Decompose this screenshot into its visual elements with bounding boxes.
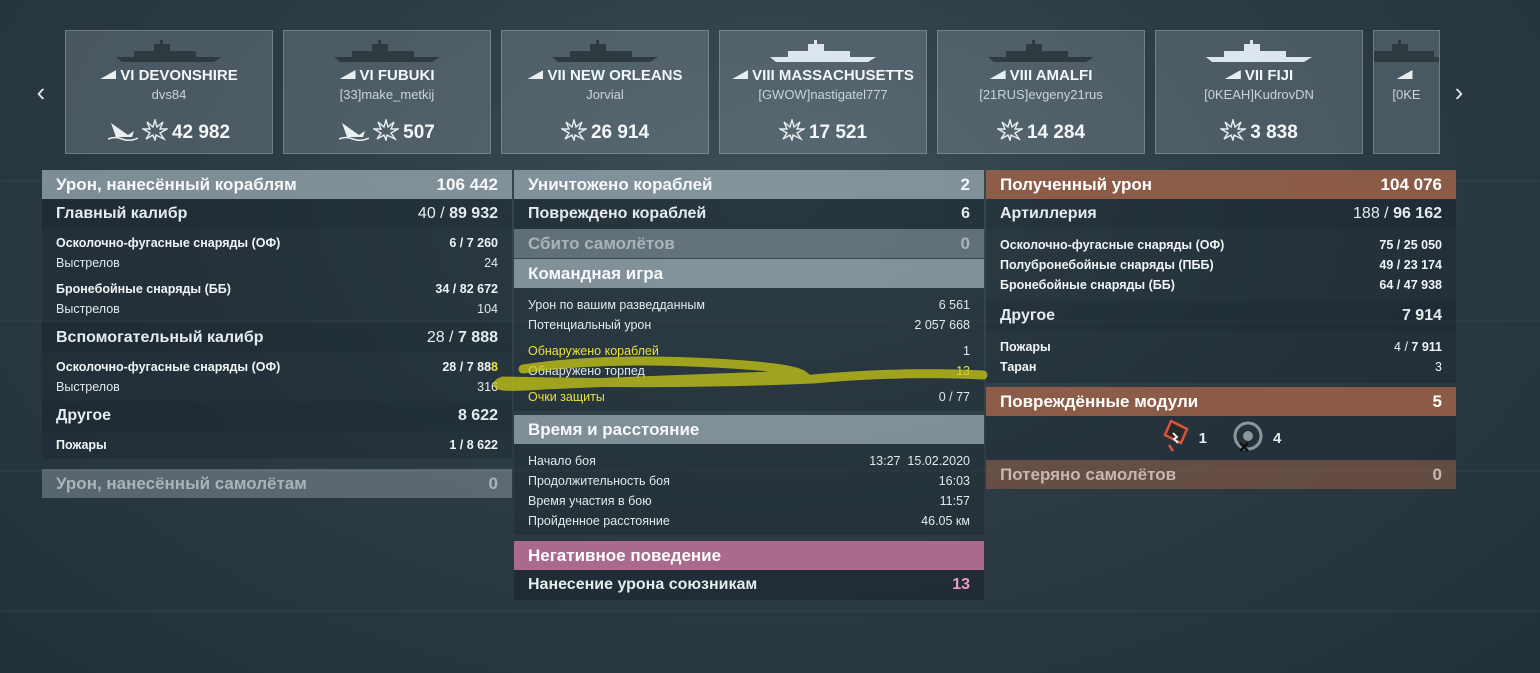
- dealt-damage-header: Урон, нанесённый кораблям 106 442: [42, 170, 512, 199]
- ship-card[interactable]: VII NEW ORLEANS Jorvial 26 914: [501, 30, 709, 154]
- ship-card[interactable]: VIII AMALFI [21RUS]evgeny21rus 14 284: [937, 30, 1145, 154]
- prev-arrow-icon[interactable]: ‹: [29, 78, 53, 106]
- sec-shots-row: Выстрелов 316: [56, 380, 498, 394]
- planes-lost-header: Потеряно самолётов 0: [986, 460, 1456, 489]
- fires-row: Пожары 1 / 8 622: [56, 438, 498, 452]
- recv-sap-row: Полубронебойные снаряды (ПББ) 49 / 23 174: [1000, 258, 1442, 272]
- time-distance-header: Время и расстояние: [514, 415, 984, 444]
- damage-value: 14 284: [1026, 122, 1086, 143]
- damage-value: 507: [403, 122, 435, 143]
- recv-he-row: Осколочно-фугасные снаряды (ОФ) 75 / 25 0…: [1000, 238, 1442, 252]
- ship-class-icon: [1224, 70, 1241, 79]
- damaged-row: Повреждено кораблей 6: [514, 199, 984, 229]
- team-stats-panel: Уничтожено кораблей 2 Повреждено кораблей…: [514, 170, 984, 600]
- damaged-modules-header: Повреждённые модули 5: [986, 387, 1456, 416]
- damage-burst-icon: [559, 117, 589, 143]
- spot-damage-row: Урон по вашим разведданным 6 561: [528, 298, 970, 312]
- player-name: [0KEAH]KudrovDN: [1204, 87, 1314, 102]
- participation-row: Время участия в бою 11:57: [528, 494, 970, 508]
- team-play-header: Командная игра: [514, 259, 984, 288]
- damage-burst-icon: [995, 117, 1025, 143]
- damage-value: 26 914: [590, 122, 650, 143]
- ship-silhouette-icon: [1374, 40, 1439, 62]
- ship-name: VI FUBUKI: [359, 67, 435, 84]
- plane-damage-header: Урон, нанесённый самолётам 0: [42, 469, 512, 498]
- ship-card[interactable]: VI FUBUKI [33]make_metkij 507: [283, 30, 491, 154]
- damage-value: 42 982: [171, 122, 231, 143]
- battle-start-row: Начало боя 13:27 15.02.2020: [528, 454, 970, 468]
- ship-card[interactable]: VII FIJI [0KEAH]KudrovDN 3 838: [1155, 30, 1363, 154]
- distance-row: Пройденное расстояние 46.05 км: [528, 514, 970, 528]
- he-shots-row: Выстрелов 24: [56, 256, 498, 270]
- ship-class-icon: [100, 70, 117, 79]
- player-name: [0KE: [1392, 87, 1421, 102]
- damage-burst-icon: [777, 117, 807, 143]
- team-damage-row: Нанесение урона союзникам 13: [514, 570, 984, 600]
- ship-card[interactable]: VIII MASSACHUSETTS [GWOW]nastigatel777 17 …: [719, 30, 927, 154]
- sunk-ship-icon: [107, 123, 139, 142]
- steering-module-icon: [1231, 419, 1265, 457]
- recv-ap-row: Бронебойные снаряды (ББ) 64 / 47 938: [1000, 278, 1442, 292]
- damage-value: 17 521: [808, 122, 868, 143]
- planes-shot-row: Сбито самолётов 0: [514, 229, 984, 258]
- player-name: [GWOW]nastigatel777: [758, 87, 888, 102]
- damage-burst-icon: [1218, 117, 1248, 143]
- received-damage-panel: Полученный урон 104 076 Артиллерия 188 / 9…: [986, 170, 1456, 489]
- ships-spotted-row: Обнаружено кораблей 1: [528, 344, 970, 358]
- ship-silhouette-icon: [552, 40, 658, 62]
- ap-row: Бронебойные снаряды (ББ) 34 / 82 672: [56, 282, 498, 296]
- ship-silhouette-icon: [116, 40, 222, 62]
- player-name: Jorvial: [586, 87, 624, 102]
- recv-fires-row: Пожары 4 / 7 911: [1000, 340, 1442, 354]
- negative-behavior-header: Негативное поведение: [514, 541, 984, 570]
- artillery-row: Артиллерия 188 / 96 162: [986, 199, 1456, 229]
- main-caliber-row: Главный калибр 40 / 89 932: [42, 199, 512, 229]
- ship-class-icon: [989, 70, 1006, 79]
- player-name: [33]make_metkij: [339, 87, 435, 102]
- ship-silhouette-icon: [988, 40, 1094, 62]
- next-arrow-icon[interactable]: ›: [1447, 78, 1471, 106]
- ship-name: VII FIJI: [1244, 67, 1294, 84]
- sec-he-row: Осколочно-фугасные снаряды (ОФ) 28 / 7 88…: [56, 360, 498, 374]
- recv-other-row: Другое 7 914: [986, 301, 1456, 331]
- ship-name: VIII MASSACHUSETTS: [752, 67, 914, 84]
- ship-class-icon: [1396, 70, 1413, 79]
- destroyed-header: Уничтожено кораблей 2: [514, 170, 984, 199]
- sunk-ship-icon: [338, 123, 370, 142]
- ship-class-icon: [527, 70, 544, 79]
- ship-silhouette-icon: [334, 40, 440, 62]
- torps-spotted-row: Обнаружено торпед 13: [528, 364, 970, 378]
- ship-name: VI DEVONSHIRE: [120, 67, 238, 84]
- module-icons: 1 4: [986, 416, 1456, 460]
- ship-name: VII NEW ORLEANS: [547, 67, 683, 84]
- damage-value: 3 838: [1250, 122, 1298, 143]
- other-damage-row: Другое 8 622: [42, 401, 512, 431]
- damage-burst-icon: [140, 117, 170, 143]
- ship-class-icon: [339, 70, 356, 79]
- ram-row: Таран 3: [1000, 360, 1442, 374]
- he-row: Осколочно-фугасные снаряды (ОФ) 6 / 7 260: [56, 236, 498, 250]
- player-name: dvs84: [151, 87, 187, 102]
- damage-burst-icon: [371, 117, 401, 143]
- potential-damage-row: Потенциальный урон 2 057 668: [528, 318, 970, 332]
- ship-class-icon: [732, 70, 749, 79]
- secondary-caliber-row: Вспомогательный калибр 28 / 7 888: [42, 323, 512, 353]
- received-damage-header: Полученный урон 104 076: [986, 170, 1456, 199]
- ship-silhouette-icon: [770, 40, 876, 62]
- ship-card[interactable]: VI DEVONSHIRE dvs84 42 982: [65, 30, 273, 154]
- player-name: [21RUS]evgeny21rus: [979, 87, 1103, 102]
- ship-name: VIII AMALFI: [1009, 67, 1093, 84]
- defense-points-row: Очки защиты 0 / 77: [528, 390, 970, 404]
- ship-carousel: ‹ › VI DEVONSHIRE dvs84 42 982 VI FUBUKI [33…: [0, 30, 1540, 154]
- ship-silhouette-icon: [1206, 40, 1312, 62]
- dealt-damage-panel: Урон, нанесённый кораблям 106 442 Главный…: [42, 170, 512, 498]
- ap-shots-row: Выстрелов 104: [56, 302, 498, 316]
- engine-module-icon: [1161, 419, 1191, 457]
- ship-card[interactable]: [0KE: [1373, 30, 1440, 154]
- battle-duration-row: Продолжительность боя 16:03: [528, 474, 970, 488]
